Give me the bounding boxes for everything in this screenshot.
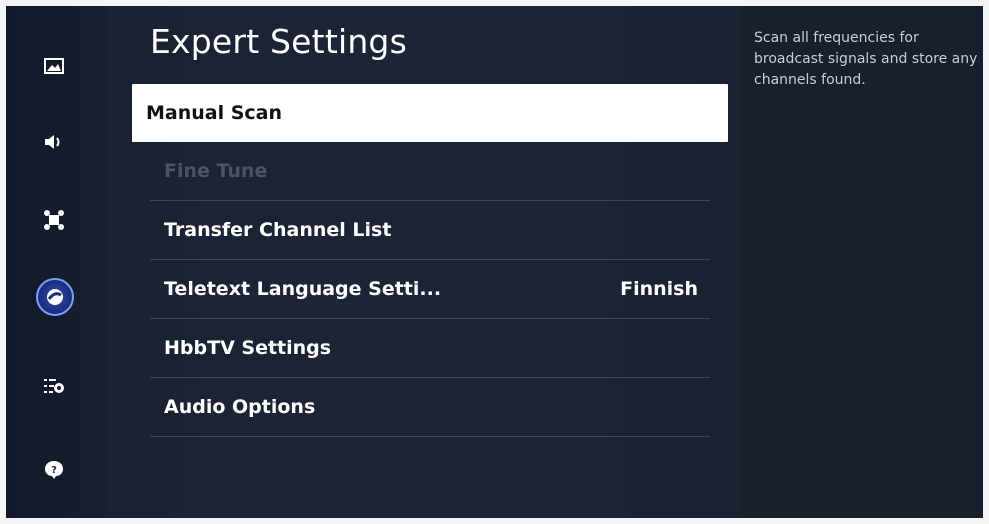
picture-icon[interactable]	[36, 48, 72, 84]
page-title: Expert Settings	[150, 22, 407, 61]
menu-item-hbbtv-settings[interactable]: HbbTV Settings	[150, 319, 710, 378]
broadcasting-icon[interactable]	[36, 278, 74, 316]
menu-item-label: Transfer Channel List	[164, 219, 392, 241]
menu-item-label: Manual Scan	[146, 102, 283, 124]
settings-menu: Manual Scan Fine Tune Transfer Channel L…	[132, 84, 728, 437]
menu-item-label: Audio Options	[164, 396, 316, 418]
menu-item-value: Finnish	[620, 278, 698, 300]
menu-item-label: Teletext Language Setti...	[164, 278, 442, 300]
general-icon[interactable]	[36, 368, 72, 404]
menu-item-fine-tune: Fine Tune	[150, 142, 710, 201]
tv-settings-screen: ? Expert Settings Manual Scan Fine Tune …	[6, 6, 983, 518]
menu-item-label: Fine Tune	[164, 160, 268, 182]
menu-item-teletext-language[interactable]: Teletext Language Setti... Finnish	[150, 260, 710, 319]
sidebar: ?	[6, 6, 106, 518]
connection-icon[interactable]	[36, 202, 72, 238]
menu-item-transfer-channel-list[interactable]: Transfer Channel List	[150, 201, 710, 260]
sound-icon[interactable]	[36, 124, 72, 160]
menu-item-audio-options[interactable]: Audio Options	[150, 378, 710, 437]
menu-item-label: HbbTV Settings	[164, 337, 332, 359]
menu-item-manual-scan[interactable]: Manual Scan	[132, 84, 728, 142]
description-text: Scan all frequencies for broadcast signa…	[754, 30, 978, 88]
support-icon[interactable]: ?	[36, 452, 72, 488]
svg-text:?: ?	[51, 465, 57, 476]
description-panel: Scan all frequencies for broadcast signa…	[741, 6, 983, 518]
